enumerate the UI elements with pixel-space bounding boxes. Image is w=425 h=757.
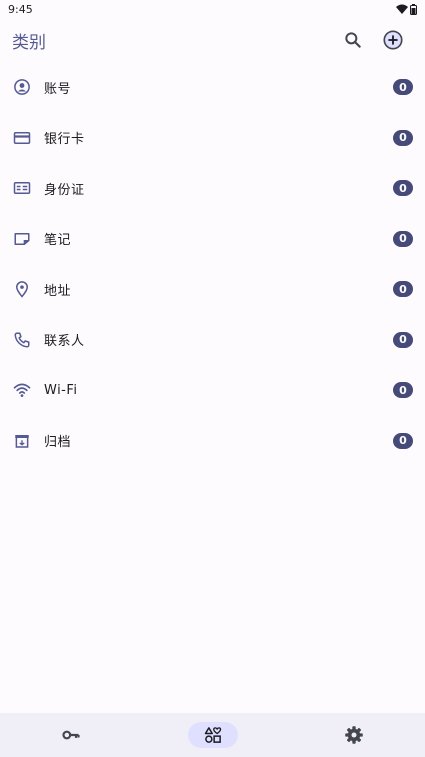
add-circle-icon [383, 30, 403, 50]
top-app-bar: 类别 [0, 18, 425, 62]
count-badge: 0 [393, 281, 413, 298]
battery-icon [410, 3, 417, 15]
category-label: Wi-Fi [44, 382, 78, 398]
count-badge: 0 [393, 230, 413, 247]
count-badge: 0 [393, 79, 413, 96]
id-card-icon [13, 182, 31, 195]
category-item-contacts[interactable]: 联系人 0 [0, 315, 425, 366]
count-badge: 0 [393, 331, 413, 348]
category-item-address[interactable]: 地址 0 [0, 264, 425, 315]
category-label: 笔记 [44, 233, 72, 249]
category-list: 账号 0 银行卡 0 身份证 0 笔记 0 地址 0 联系人 0 Wi-Fi 0… [0, 62, 425, 466]
bottom-navigation [0, 713, 425, 757]
key-icon [62, 730, 80, 740]
category-item-bank-card[interactable]: 银行卡 0 [0, 113, 425, 164]
wifi-signal-icon [396, 4, 408, 14]
account-icon [14, 79, 30, 96]
category-label: 地址 [44, 283, 72, 299]
category-item-note[interactable]: 笔记 0 [0, 214, 425, 265]
categories-icon [204, 727, 221, 743]
location-icon [15, 281, 29, 298]
status-time: 9:45 [8, 2, 33, 16]
status-icons [396, 3, 417, 15]
status-bar: 9:45 [0, 0, 425, 18]
archive-icon [15, 434, 29, 448]
search-icon [345, 32, 361, 48]
count-badge: 0 [393, 382, 413, 399]
nav-passwords[interactable] [0, 713, 142, 757]
count-badge: 0 [393, 129, 413, 146]
nav-categories[interactable] [142, 713, 284, 757]
category-item-archive[interactable]: 归档 0 [0, 416, 425, 467]
category-label: 联系人 [44, 334, 85, 350]
category-item-account[interactable]: 账号 0 [0, 62, 425, 113]
category-label: 身份证 [44, 182, 85, 198]
wifi-icon [13, 383, 31, 398]
category-label: 银行卡 [44, 132, 85, 148]
page-title: 类别 [12, 32, 46, 53]
category-label: 账号 [44, 81, 72, 97]
category-label: 归档 [44, 435, 72, 451]
search-button[interactable] [333, 20, 373, 60]
nav-settings[interactable] [283, 713, 425, 757]
credit-card-icon [13, 131, 31, 144]
note-icon [14, 232, 30, 245]
phone-icon [14, 332, 30, 348]
settings-icon [345, 726, 363, 744]
category-item-id-card[interactable]: 身份证 0 [0, 163, 425, 214]
count-badge: 0 [393, 432, 413, 449]
add-category-button[interactable] [373, 20, 413, 60]
category-item-wifi[interactable]: Wi-Fi 0 [0, 365, 425, 416]
count-badge: 0 [393, 180, 413, 197]
